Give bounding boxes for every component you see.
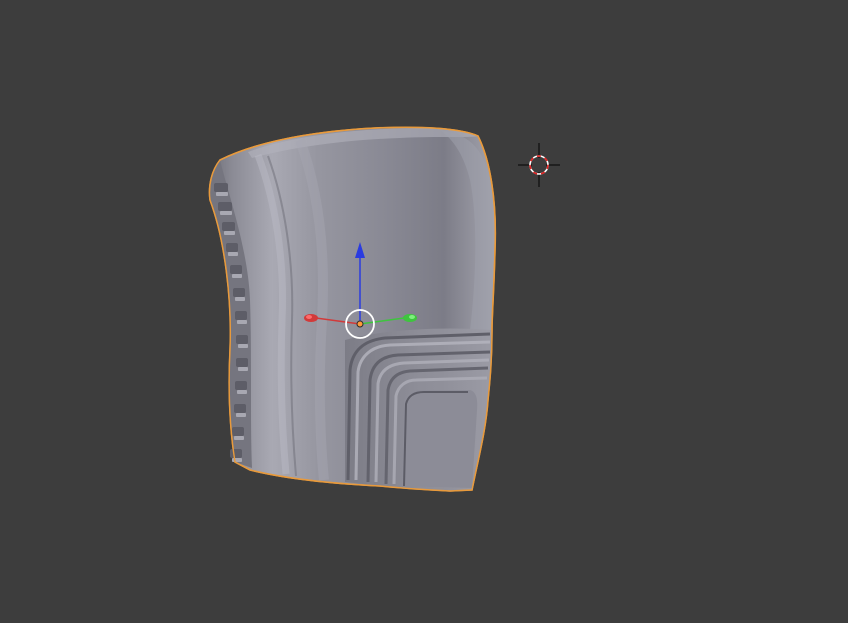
object-origin-dot [356, 320, 364, 328]
selected-mesh-object[interactable] [208, 126, 497, 492]
cuff-recess [402, 390, 478, 488]
3d-viewport[interactable] [0, 0, 848, 623]
viewport-canvas[interactable] [0, 0, 848, 623]
3d-cursor-icon[interactable] [518, 143, 560, 187]
